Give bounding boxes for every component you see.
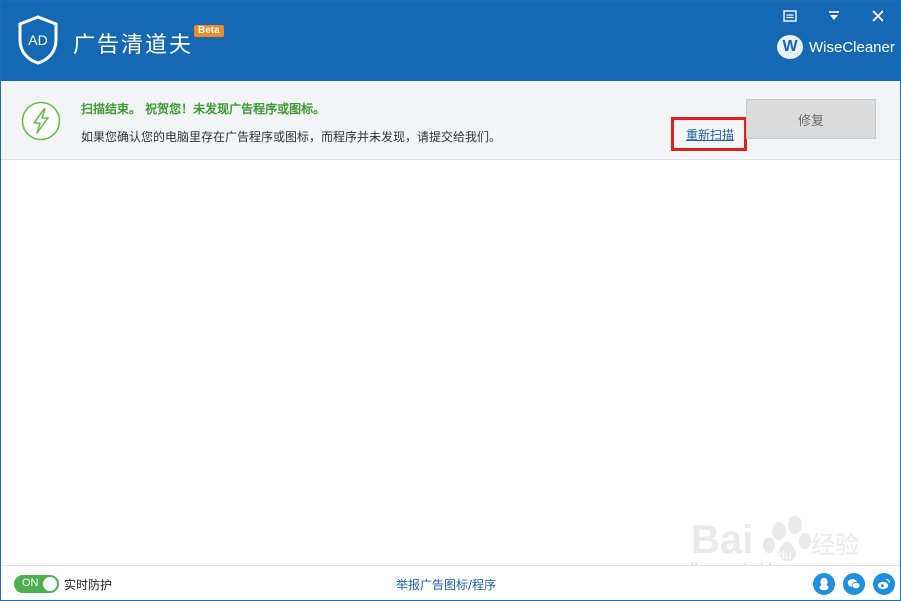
close-button[interactable] <box>865 5 891 27</box>
brand-name: WiseCleaner <box>809 38 895 56</box>
close-icon <box>872 10 884 22</box>
wechat-button[interactable] <box>843 573 865 595</box>
title-bar: AD 广告清道夫 Beta W WiseCleaner <box>1 1 900 81</box>
scan-result-title: 扫描结束。 祝贺您！未发现广告程序或图标。 <box>81 102 326 116</box>
report-ad-link[interactable]: 举报广告图标/程序 <box>396 576 496 593</box>
weibo-button[interactable] <box>873 573 895 595</box>
status-footer: ON 实时防护 举报广告图标/程序 <box>1 565 900 600</box>
scan-result-panel: 扫描结束。 祝贺您！未发现广告程序或图标。 如果您确认您的电脑里存在广告程序或图… <box>1 81 900 160</box>
logo-text: AD <box>28 32 47 48</box>
menu-button[interactable] <box>777 5 803 27</box>
wisecleaner-brand[interactable]: W WiseCleaner <box>777 35 895 59</box>
minimize-icon <box>829 11 839 20</box>
realtime-protection-toggle[interactable]: ON <box>14 575 59 593</box>
realtime-protection-label: 实时防护 <box>64 578 113 592</box>
toggle-knob <box>43 577 57 591</box>
svg-text:Bai: Bai <box>691 518 753 562</box>
lightning-icon <box>21 101 61 141</box>
qq-button[interactable] <box>813 573 835 595</box>
app-window: AD 广告清道夫 Beta W WiseCleaner 扫描结束。 祝贺您！未发… <box>0 0 901 601</box>
toggle-state-label: ON <box>22 577 39 589</box>
weibo-icon <box>877 578 891 590</box>
qq-icon <box>819 577 829 591</box>
app-title: 广告清道夫 <box>73 33 194 58</box>
scan-result-description: 如果您确认您的电脑里存在广告程序或图标，而程序并未发现，请提交给我们。 <box>81 130 502 144</box>
rescan-link[interactable]: 重新扫描 <box>686 126 734 143</box>
wechat-icon <box>847 579 861 590</box>
wisecleaner-logo-icon: W <box>777 35 803 59</box>
svg-text:经验: 经验 <box>811 531 859 559</box>
beta-badge: Beta <box>194 25 224 37</box>
repair-button[interactable]: 修复 <box>746 99 876 139</box>
minimize-button[interactable] <box>821 5 847 27</box>
shield-logo-icon: AD <box>18 15 58 65</box>
svg-text:du: du <box>778 548 791 562</box>
menu-icon <box>783 10 797 22</box>
